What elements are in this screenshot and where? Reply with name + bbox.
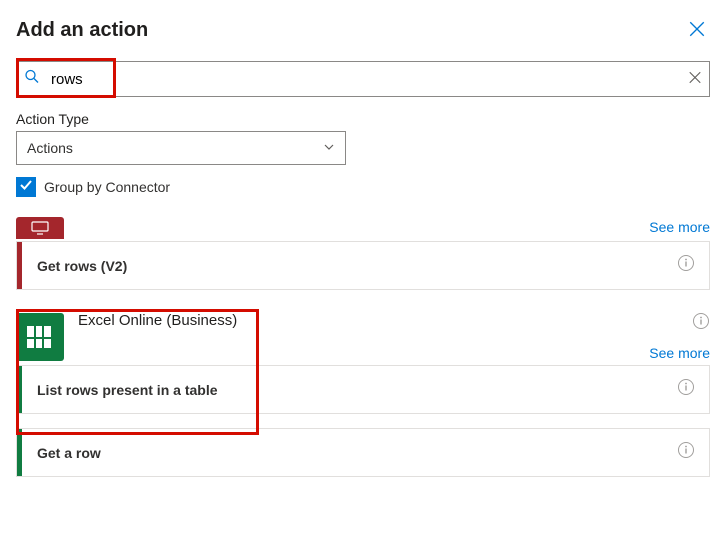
action-item-list-rows[interactable]: List rows present in a table xyxy=(16,365,710,414)
connector-group-excel: Excel Online (Business) See more List ro… xyxy=(16,312,710,477)
connector-title: Excel Online (Business) xyxy=(78,312,237,329)
connector-color-bar xyxy=(17,429,22,476)
action-item-get-rows-v2[interactable]: Get rows (V2) xyxy=(16,241,710,290)
connector-color-bar xyxy=(17,242,22,289)
action-type-select[interactable]: Actions xyxy=(16,131,346,165)
see-more-link[interactable]: See more xyxy=(649,219,710,235)
action-label: Get a row xyxy=(37,445,677,461)
connector-group-sql: See more Get rows (V2) xyxy=(16,217,710,290)
close-icon xyxy=(688,26,706,41)
info-icon[interactable] xyxy=(677,254,695,277)
info-icon[interactable] xyxy=(692,312,710,335)
info-icon[interactable] xyxy=(677,378,695,401)
chevron-down-icon xyxy=(323,140,335,156)
group-by-connector-label: Group by Connector xyxy=(44,179,170,195)
action-label: Get rows (V2) xyxy=(37,258,677,274)
see-more-link[interactable]: See more xyxy=(649,345,710,361)
monitor-icon xyxy=(30,221,50,235)
action-type-label: Action Type xyxy=(16,111,710,127)
action-type-value: Actions xyxy=(27,140,73,156)
connector-color-bar xyxy=(17,366,22,413)
group-by-connector-checkbox[interactable] xyxy=(16,177,36,197)
search-clear-button[interactable] xyxy=(688,71,702,88)
action-label: List rows present in a table xyxy=(37,382,677,398)
excel-icon xyxy=(16,313,64,361)
search-field-wrap xyxy=(16,61,710,97)
info-icon[interactable] xyxy=(677,441,695,464)
check-icon xyxy=(19,178,33,197)
search-input[interactable] xyxy=(16,61,710,97)
page-title: Add an action xyxy=(16,19,148,42)
clear-icon xyxy=(688,73,702,88)
action-item-get-a-row[interactable]: Get a row xyxy=(16,428,710,477)
close-button[interactable] xyxy=(684,16,710,45)
